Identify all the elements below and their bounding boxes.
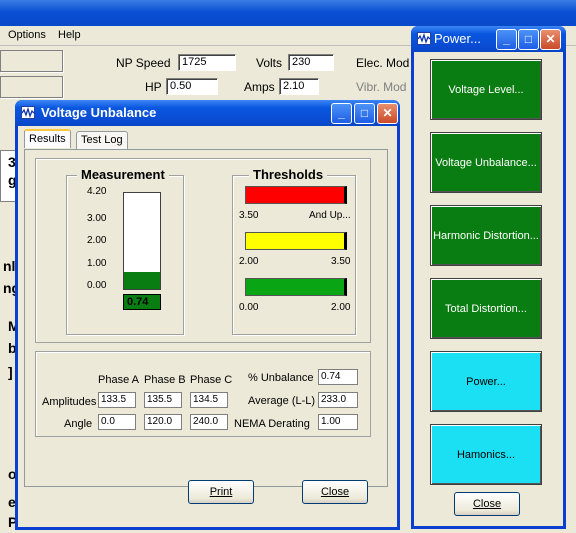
nema-label: NEMA Derating: [234, 418, 310, 430]
print-button[interactable]: Print: [188, 480, 254, 504]
tab-test-log[interactable]: Test Log: [76, 131, 128, 150]
window-title: Voltage Unbalance: [41, 105, 157, 120]
power-client: Voltage Level... Voltage Unbalance... Ha…: [414, 52, 563, 526]
threshold-low-label: 0.00: [239, 302, 259, 313]
total-distortion-button[interactable]: Total Distortion...: [430, 278, 542, 339]
hp-label: HP: [145, 80, 162, 94]
volts-label: Volts: [256, 56, 283, 70]
measurement-group: Measurement 4.20 3.00 2.00 1.00 0.00 0.7…: [66, 167, 184, 335]
close-icon[interactable]: ✕: [377, 103, 398, 124]
amps-field[interactable]: 2.10: [279, 78, 319, 95]
power-button[interactable]: Power...: [430, 351, 542, 412]
threshold-bar-red: [245, 186, 347, 204]
average-value: 233.0: [318, 392, 358, 408]
power-maximize-icon[interactable]: □: [518, 29, 539, 50]
maximize-icon[interactable]: □: [354, 103, 375, 124]
power-minimize-icon[interactable]: _: [496, 29, 517, 50]
elec-mod-label: Elec. Mod: [356, 56, 410, 70]
threshold-low-label: 3.50: [239, 210, 259, 221]
tick-label: 0.00: [87, 280, 107, 291]
power-titlebar[interactable]: Power... _ □ ✕: [411, 26, 566, 52]
unbalance-label: % Unbalance: [248, 372, 314, 384]
voltage-unbalance-window: Voltage Unbalance _ □ ✕ Results Test Log…: [15, 100, 400, 530]
measurement-value: 0.74: [123, 294, 161, 310]
threshold-high-label: 3.50: [331, 256, 351, 267]
tab-results[interactable]: Results: [24, 129, 71, 148]
np-speed-label: NP Speed: [116, 56, 171, 70]
power-window: Power... _ □ ✕ Voltage Level... Voltage …: [411, 26, 566, 529]
angle-phase-c: 240.0: [190, 414, 228, 430]
measurement-title: Measurement: [77, 167, 169, 182]
close-button[interactable]: Close: [302, 480, 368, 504]
nema-value: 1.00: [318, 414, 358, 430]
power-close-button[interactable]: Close: [454, 492, 520, 516]
vibr-mod-label: Vibr. Mod: [356, 80, 407, 94]
left-panel-top2: [0, 76, 63, 98]
amplitude-phase-c: 134.5: [190, 392, 228, 408]
threshold-bar-yellow: [245, 232, 347, 250]
np-speed-field[interactable]: 1725: [178, 54, 236, 71]
angle-phase-b: 120.0: [144, 414, 182, 430]
phase-table-panel: Phase A Phase B Phase C Amplitudes 133.5…: [35, 351, 371, 437]
menu-help[interactable]: Help: [58, 29, 81, 41]
left-char-7: ]: [8, 364, 13, 380]
voltage-unbalance-button[interactable]: Voltage Unbalance...: [430, 132, 542, 193]
thresholds-title: Thresholds: [249, 167, 328, 182]
minimize-icon[interactable]: _: [331, 103, 352, 124]
power-title: Power...: [434, 31, 481, 46]
print-label: Print: [209, 486, 233, 498]
threshold-bar-green: [245, 278, 347, 296]
header-phase-b: Phase B: [144, 374, 186, 386]
tab-panel: Measurement 4.20 3.00 2.00 1.00 0.00 0.7…: [24, 149, 388, 487]
harmonic-distortion-button[interactable]: Harmonic Distortion...: [430, 205, 542, 266]
menu-options[interactable]: Options: [8, 29, 46, 41]
amplitude-phase-a: 133.5: [98, 392, 136, 408]
angle-label: Angle: [64, 418, 93, 430]
voltage-level-button[interactable]: Voltage Level...: [430, 59, 542, 120]
unbalance-value: 0.74: [318, 369, 358, 385]
amps-label: Amps: [244, 80, 275, 94]
header-phase-a: Phase A: [98, 374, 139, 386]
power-close-label: Close: [472, 498, 502, 510]
thresholds-group: Thresholds 3.50 And Up... 2.00 3.50 0.00…: [232, 167, 356, 335]
measurement-gauge: [123, 192, 161, 290]
gauge-panel: Measurement 4.20 3.00 2.00 1.00 0.00 0.7…: [35, 158, 371, 343]
average-label: Average (L-L): [248, 395, 316, 407]
header-phase-c: Phase C: [190, 374, 233, 386]
voltage-unbalance-titlebar[interactable]: Voltage Unbalance _ □ ✕: [15, 100, 400, 126]
left-panel-top: [0, 50, 63, 72]
tick-label: 4.20: [87, 186, 107, 197]
tick-label: 3.00: [87, 213, 107, 224]
threshold-low-label: 2.00: [239, 256, 259, 267]
app-icon: [21, 106, 35, 119]
amplitudes-label: Amplitudes: [42, 396, 97, 408]
power-close-icon[interactable]: ✕: [540, 29, 561, 50]
volts-field[interactable]: 230: [288, 54, 334, 71]
left-char-3: nl: [3, 258, 16, 274]
angle-phase-a: 0.0: [98, 414, 136, 430]
threshold-high-label: And Up...: [309, 210, 351, 221]
tick-label: 2.00: [87, 235, 107, 246]
window-client: Results Test Log Measurement 4.20 3.00 2…: [18, 126, 397, 527]
hamonics-button[interactable]: Hamonics...: [430, 424, 542, 485]
tick-label: 1.00: [87, 258, 107, 269]
threshold-high-label: 2.00: [331, 302, 351, 313]
gauge-fill: [124, 272, 160, 289]
power-app-icon: [417, 32, 431, 45]
amplitude-phase-b: 135.5: [144, 392, 182, 408]
close-label: Close: [320, 486, 350, 498]
hp-field[interactable]: 0.50: [166, 78, 218, 95]
